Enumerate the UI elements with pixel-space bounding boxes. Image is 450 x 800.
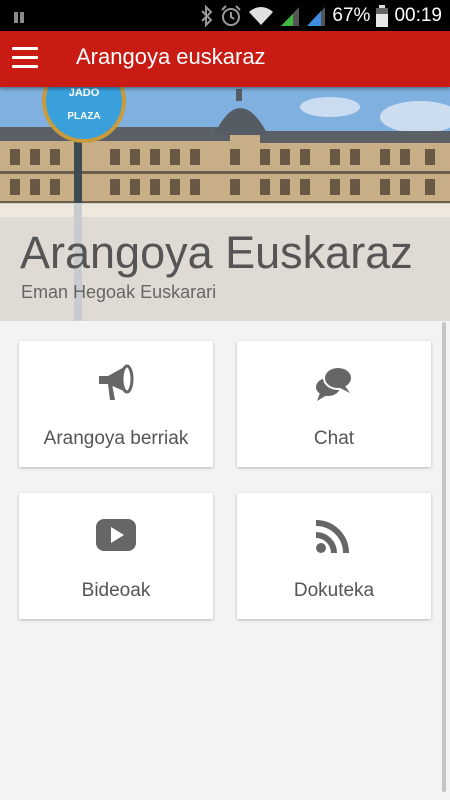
hamburger-menu-icon[interactable]	[12, 47, 38, 69]
clock: 00:19	[394, 5, 442, 26]
hero-subtitle: Eman Hegoak Euskarari	[21, 282, 217, 302]
wifi-icon	[249, 7, 274, 25]
card-dokuteka[interactable]: Dokuteka	[237, 493, 431, 619]
card-label: Bideoak	[81, 580, 151, 601]
card-arangoya-berriak[interactable]: Arangoya berriak	[19, 341, 213, 467]
sign-text-plaza: PLAZA	[67, 111, 100, 122]
app-title: Arangoya euskaraz	[76, 44, 266, 69]
card-chat[interactable]: Chat	[237, 341, 431, 467]
youtube-play-icon	[96, 519, 136, 551]
alarm-icon	[221, 5, 242, 26]
card-bideoak[interactable]: Bideoak	[19, 493, 213, 619]
battery-icon	[376, 5, 389, 27]
battery-percent: 67%	[332, 5, 371, 26]
app-bar: Arangoya euskaraz	[0, 31, 450, 87]
hero-banner: JADO PLAZA Arangoya Euskaraz Eman Hegoak…	[0, 87, 450, 321]
card-label: Chat	[313, 428, 355, 449]
megaphone-icon	[99, 364, 134, 400]
chat-bubbles-icon	[316, 366, 353, 401]
signal-icon	[281, 7, 300, 26]
status-bar: 67% 00:19	[0, 0, 450, 31]
scrollbar[interactable]	[442, 322, 446, 792]
bluetooth-icon	[201, 5, 213, 27]
card-label: Dokuteka	[293, 580, 375, 601]
card-label: Arangoya berriak	[43, 428, 189, 449]
sign-text-jado: JADO	[69, 87, 100, 99]
signal-icon-2	[307, 7, 326, 26]
rss-feed-icon	[315, 520, 349, 554]
notification-icon	[14, 10, 28, 23]
hero-title: Arangoya Euskaraz	[20, 227, 413, 278]
